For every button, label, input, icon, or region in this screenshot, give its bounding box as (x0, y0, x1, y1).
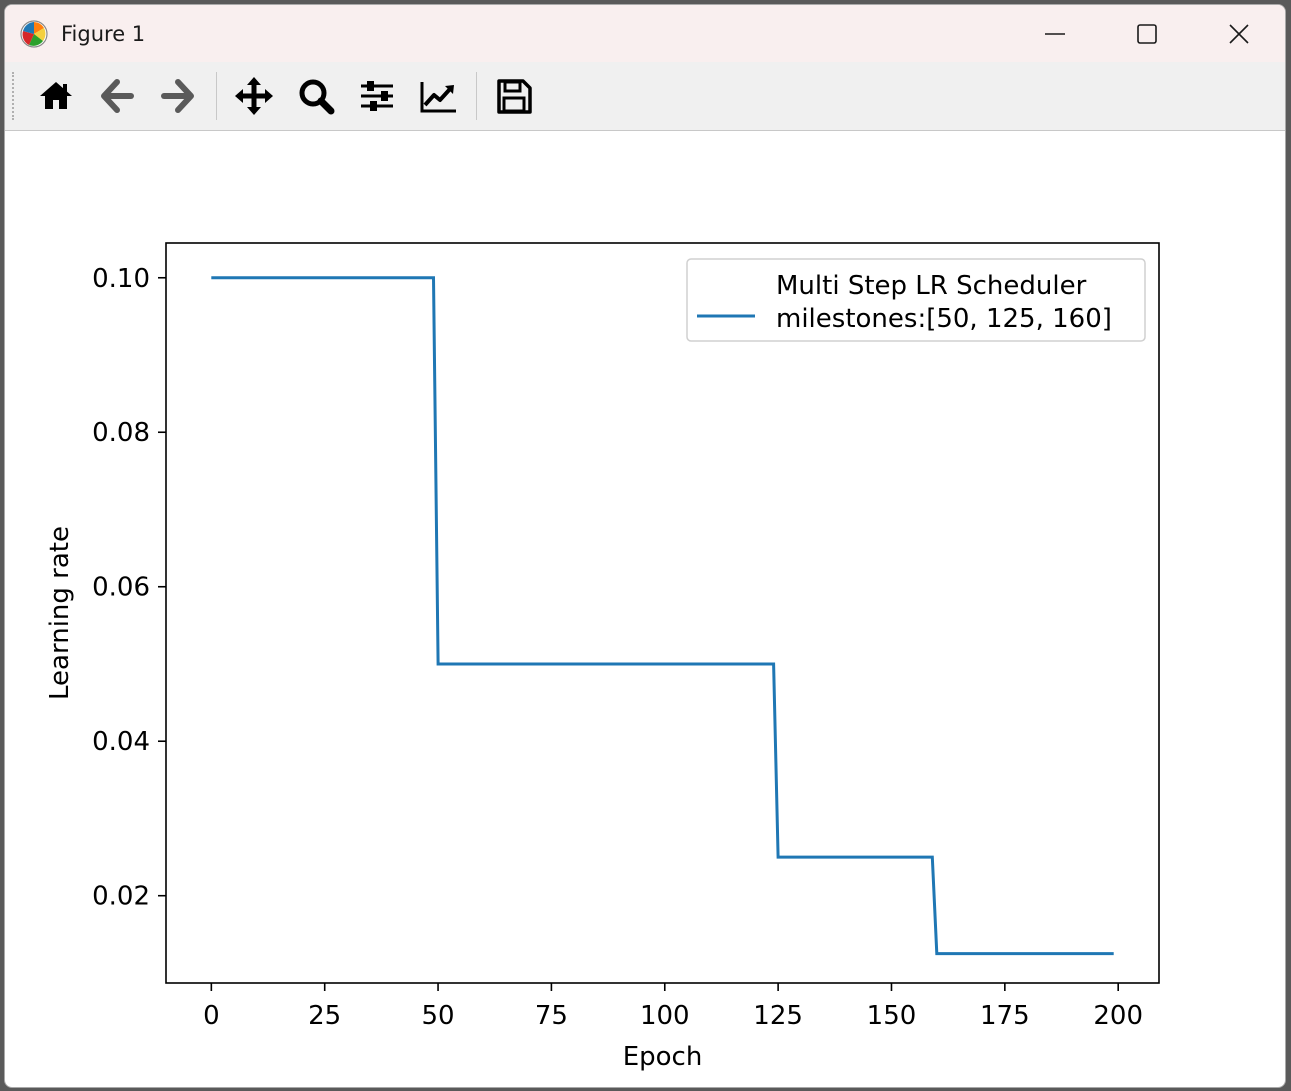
floppy-disk-icon (497, 79, 532, 114)
home-button[interactable] (28, 68, 84, 124)
maximize-button[interactable] (1101, 5, 1193, 62)
back-button[interactable] (89, 68, 145, 124)
y-tick-label: 0.10 (92, 264, 150, 294)
axes-background (166, 243, 1159, 983)
figure-canvas[interactable]: 0 25 50 75 100 125 150 175 200 0.02 0.04 0.06 0.08 0.… (5, 131, 1285, 1087)
window-title: Figure 1 (61, 22, 146, 46)
close-button[interactable] (1193, 5, 1285, 62)
maximize-icon (1137, 24, 1157, 44)
y-tick-label: 0.08 (92, 418, 150, 448)
title-bar[interactable]: Figure 1 (5, 5, 1285, 62)
toolbar-separator (476, 72, 477, 120)
x-axis-label: Epoch (623, 1042, 703, 1072)
minimize-button[interactable] (1009, 5, 1101, 62)
pan-button[interactable] (226, 68, 282, 124)
learning-rate-chart: 0 25 50 75 100 125 150 175 200 0.02 0.04 0.06 0.08 0.… (45, 242, 1160, 1072)
figure-window: Figure 1 0 25 50 75 100 125 150 175 200 … (4, 4, 1286, 1088)
edit-axis-button[interactable] (410, 68, 466, 124)
toolbar-separator (216, 72, 217, 120)
magnifier-icon (299, 79, 335, 115)
home-icon (40, 82, 72, 109)
arrow-right-icon (161, 79, 194, 113)
configure-subplots-button[interactable] (349, 68, 405, 124)
x-tick-label: 50 (422, 1001, 455, 1031)
x-tick-label: 200 (1093, 1001, 1143, 1031)
line-chart-icon (420, 82, 456, 113)
matplotlib-icon (20, 20, 48, 48)
x-tick-label: 175 (980, 1001, 1030, 1031)
y-tick-label: 0.02 (92, 882, 150, 912)
minimize-icon (1045, 33, 1065, 35)
move-icon (235, 77, 273, 115)
x-tick-label: 100 (640, 1001, 690, 1031)
close-icon (1229, 24, 1249, 44)
x-tick-label: 125 (753, 1001, 803, 1031)
sliders-icon (361, 81, 393, 111)
x-tick-label: 25 (308, 1001, 341, 1031)
save-button[interactable] (486, 68, 542, 124)
y-axis-label: Learning rate (45, 526, 75, 700)
forward-button[interactable] (150, 68, 206, 124)
navigation-toolbar (5, 62, 1285, 131)
arrow-left-icon (101, 79, 134, 113)
toolbar-grip[interactable] (12, 72, 18, 120)
y-tick-label: 0.04 (92, 727, 150, 757)
y-tick-label: 0.06 (92, 573, 150, 603)
x-tick-label: 0 (203, 1001, 220, 1031)
zoom-button[interactable] (288, 68, 344, 124)
x-tick-label: 75 (535, 1001, 568, 1031)
x-tick-label: 150 (867, 1001, 917, 1031)
